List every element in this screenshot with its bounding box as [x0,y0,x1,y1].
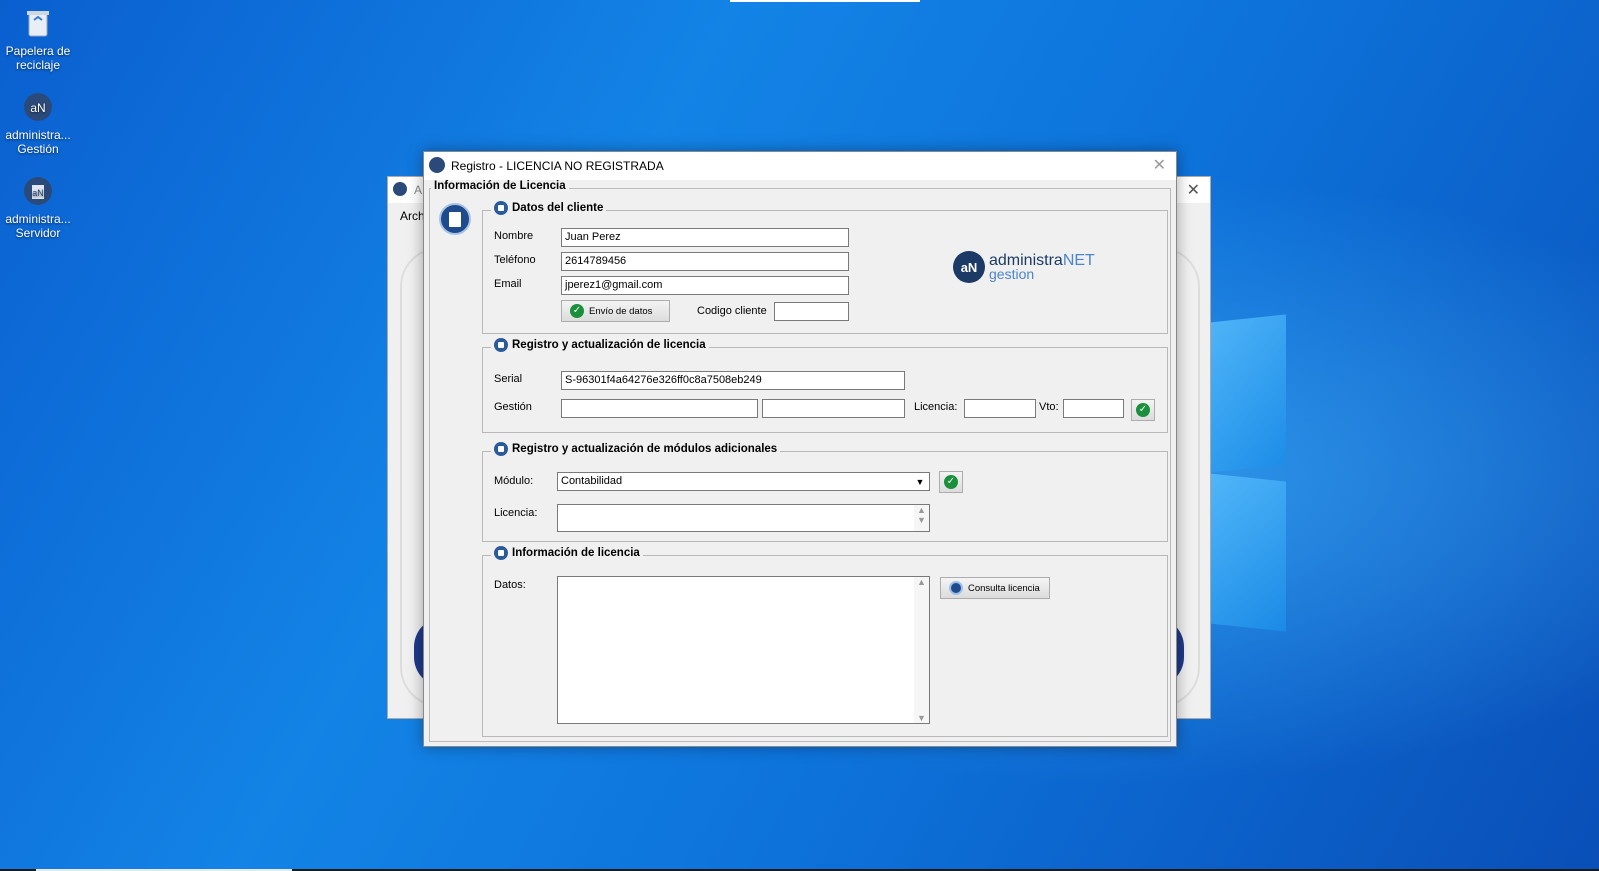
recycle-bin-icon [21,6,55,40]
serial-input[interactable]: S-96301f4a64276e326ff0c8a7508eb249 [561,371,905,390]
group-legend: Información de licencia [491,546,643,560]
register-license-button[interactable]: ✓ [1131,399,1155,421]
check-icon: ✓ [944,475,958,489]
modulo-select[interactable]: Contabilidad ▼ [557,472,930,491]
dialog-titlebar: Registro - LICENCIA NO REGISTRADA ✕ [424,152,1176,180]
check-icon: ✓ [570,304,584,318]
section-icon [494,201,508,215]
serial-label: Serial [494,373,523,385]
document-icon [439,203,471,235]
desktop-icon-label: Gestión [17,142,59,156]
desktop-icon-label: reciclaje [15,58,60,72]
group-legend: Datos del cliente [491,201,607,215]
vto-label: Vto: [1039,401,1059,413]
top-edge-highlight [730,0,920,2]
gestion-input-1[interactable] [561,399,758,418]
licencia-label: Licencia: [914,401,958,413]
logo-subtext: gestion [989,266,1035,282]
group-legend: Registro y actualización de licencia [491,338,709,352]
chevron-down-icon: ▼ [915,477,925,487]
client-data-group: Datos del cliente Nombre Juan Perez Telé… [482,201,1168,334]
email-input[interactable]: jperez1@gmail.com [561,276,849,295]
scrollbar[interactable]: ▲ ▼ [914,577,929,723]
menu-archivo[interactable]: Arch [400,209,425,223]
svg-text:aN: aN [30,101,45,115]
app-icon [393,182,407,196]
logo-mark: aN [953,251,985,283]
desktop-icon-label: Servidor [15,226,61,240]
codigo-cliente-input[interactable] [774,302,849,321]
scrollbar[interactable]: ▲ ▼ [914,505,929,531]
telefono-input[interactable]: 2614789456 [561,252,849,271]
datos-label: Datos: [494,579,526,591]
section-icon [494,442,508,456]
desktop-icon-administranet-servidor[interactable]: aN administra... Servidor [2,174,74,240]
modulo-licencia-textarea[interactable]: ▲ ▼ [557,504,930,532]
licencia-input[interactable] [964,399,1036,418]
desktop-icon-label: administra... [5,128,71,142]
consulta-licencia-button[interactable]: Consulta licencia [940,577,1050,599]
section-icon [494,338,508,352]
app-icon [429,157,445,173]
modulo-label: Módulo: [494,475,534,487]
desktop-icon-administranet-gestion[interactable]: aN administra... Gestión [2,90,74,156]
codigo-cliente-label: Codigo cliente [697,305,767,317]
search-icon [949,581,963,595]
background-window-title: A [414,183,423,197]
close-icon[interactable]: ✕ [1187,180,1200,200]
license-registration-group: Registro y actualización de licencia Ser… [482,338,1168,433]
check-icon: ✓ [1136,403,1150,417]
email-label: Email [494,278,522,290]
gestion-input-2[interactable] [762,399,905,418]
section-icon [494,546,508,560]
license-info-group: Información de Licencia Datos del client… [429,180,1171,742]
svg-text:aN: aN [32,188,44,198]
administranet-server-icon: aN [21,174,55,208]
gestion-label: Gestión [494,401,532,413]
group-legend: Registro y actualización de módulos adic… [491,442,781,456]
datos-textarea[interactable]: ▲ ▼ [557,576,930,724]
register-module-button[interactable]: ✓ [939,471,963,493]
nombre-input[interactable]: Juan Perez [561,228,849,247]
desktop-icon-recycle-bin[interactable]: Papelera de reciclaje [2,6,74,72]
modulo-selected-value: Contabilidad [561,475,623,487]
close-icon[interactable]: ✕ [1153,155,1166,175]
modulo-licencia-label: Licencia: [494,507,538,519]
vto-input[interactable] [1063,399,1124,418]
nombre-label: Nombre [494,230,534,242]
desktop-icon-label: administra... [5,212,71,226]
administranet-logo: aN administraNET gestion [953,251,1095,283]
desktop-icon-label: Papelera de [5,44,71,58]
license-info-section: Información de licencia Datos: ▲ ▼ Consul… [482,546,1168,737]
group-legend: Información de Licencia [431,180,569,192]
dialog-title: Registro - LICENCIA NO REGISTRADA [451,159,664,173]
envio-datos-button[interactable]: ✓ Envío de datos [561,300,670,322]
registration-dialog[interactable]: Registro - LICENCIA NO REGISTRADA ✕ Info… [423,151,1177,747]
telefono-label: Teléfono [494,254,536,266]
administranet-icon: aN [21,90,55,124]
modules-registration-group: Registro y actualización de módulos adic… [482,442,1168,542]
